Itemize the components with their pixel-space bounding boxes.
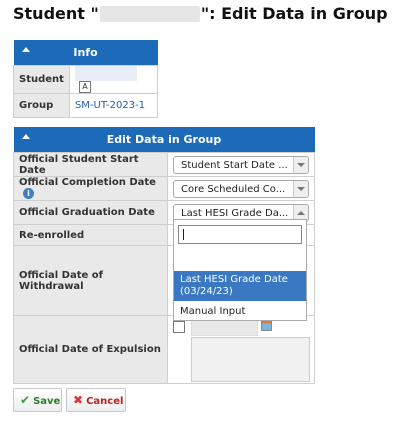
group-label: Group — [13, 93, 70, 118]
completion-date-selected: Core Scheduled Co... — [181, 183, 286, 195]
calendar-icon[interactable] — [261, 320, 272, 331]
sort-alpha-icon[interactable]: A — [78, 81, 91, 93]
graduation-date-label: Official Graduation Date — [13, 200, 168, 225]
start-date-select[interactable]: Student Start Date ... — [173, 155, 309, 174]
chevron-down-icon — [293, 180, 308, 197]
check-icon: ✔ — [20, 393, 31, 407]
info-icon[interactable]: i — [23, 188, 34, 200]
start-date-selected: Student Start Date ... — [181, 159, 288, 171]
graduation-date-dropdown: Last HESI Grade Date (03/24/23) Manual I… — [173, 219, 307, 321]
completion-date-label: Official Completion Date — [19, 177, 156, 189]
withdrawal-date-label: Official Date of Withdrawal — [13, 245, 168, 316]
info-panel-title: Info — [73, 46, 98, 59]
redacted-student-field — [74, 66, 137, 81]
redacted-student-name — [99, 5, 200, 22]
info-panel: Info Student A Group SM-UT-2023-1 — [13, 40, 159, 118]
collapse-caret-icon[interactable] — [21, 47, 30, 52]
collapse-caret-icon[interactable] — [21, 134, 30, 139]
reenrolled-label: Re-enrolled — [13, 224, 168, 246]
save-button-label: Save — [33, 396, 61, 407]
start-date-cell: Student Start Date ... — [167, 152, 315, 177]
x-icon: ✖ — [73, 393, 84, 407]
expulsion-date-label: Official Date of Expulsion — [13, 315, 168, 384]
student-value: A — [68, 65, 159, 94]
student-label: Student — [13, 65, 70, 94]
page-title-prefix: Student " — [13, 4, 99, 23]
group-link[interactable]: SM-UT-2023-1 — [75, 100, 145, 111]
chevron-down-icon — [293, 156, 308, 173]
dropdown-option-last-hesi[interactable]: Last HESI Grade Date (03/24/23) — [174, 271, 306, 301]
expulsion-checkbox[interactable] — [173, 321, 185, 333]
start-date-label: Official Student Start Date — [13, 152, 168, 177]
edit-panel-title: Edit Data in Group — [106, 133, 222, 146]
save-button[interactable]: ✔ Save — [13, 388, 62, 412]
completion-date-cell: Core Scheduled Co... — [167, 176, 315, 201]
page-title: Student " ": Edit Data in Group — [13, 4, 388, 23]
cancel-button[interactable]: ✖ Cancel — [66, 388, 126, 412]
info-panel-header[interactable]: Info — [13, 40, 158, 66]
expulsion-notes-textarea[interactable] — [191, 337, 310, 382]
completion-date-label-cell: Official Completion Datei — [13, 176, 168, 201]
dropdown-search-input[interactable] — [178, 225, 302, 244]
graduation-date-selected: Last HESI Grade Da... — [181, 207, 289, 219]
cancel-button-label: Cancel — [86, 396, 124, 407]
expulsion-date-input[interactable] — [191, 320, 258, 336]
edit-panel-header[interactable]: Edit Data in Group — [13, 127, 315, 153]
completion-date-select[interactable]: Core Scheduled Co... — [173, 179, 309, 198]
dropdown-option-manual-input[interactable]: Manual Input — [174, 303, 306, 321]
page-title-suffix: ": Edit Data in Group — [200, 4, 388, 23]
group-value: SM-UT-2023-1 — [68, 93, 159, 118]
